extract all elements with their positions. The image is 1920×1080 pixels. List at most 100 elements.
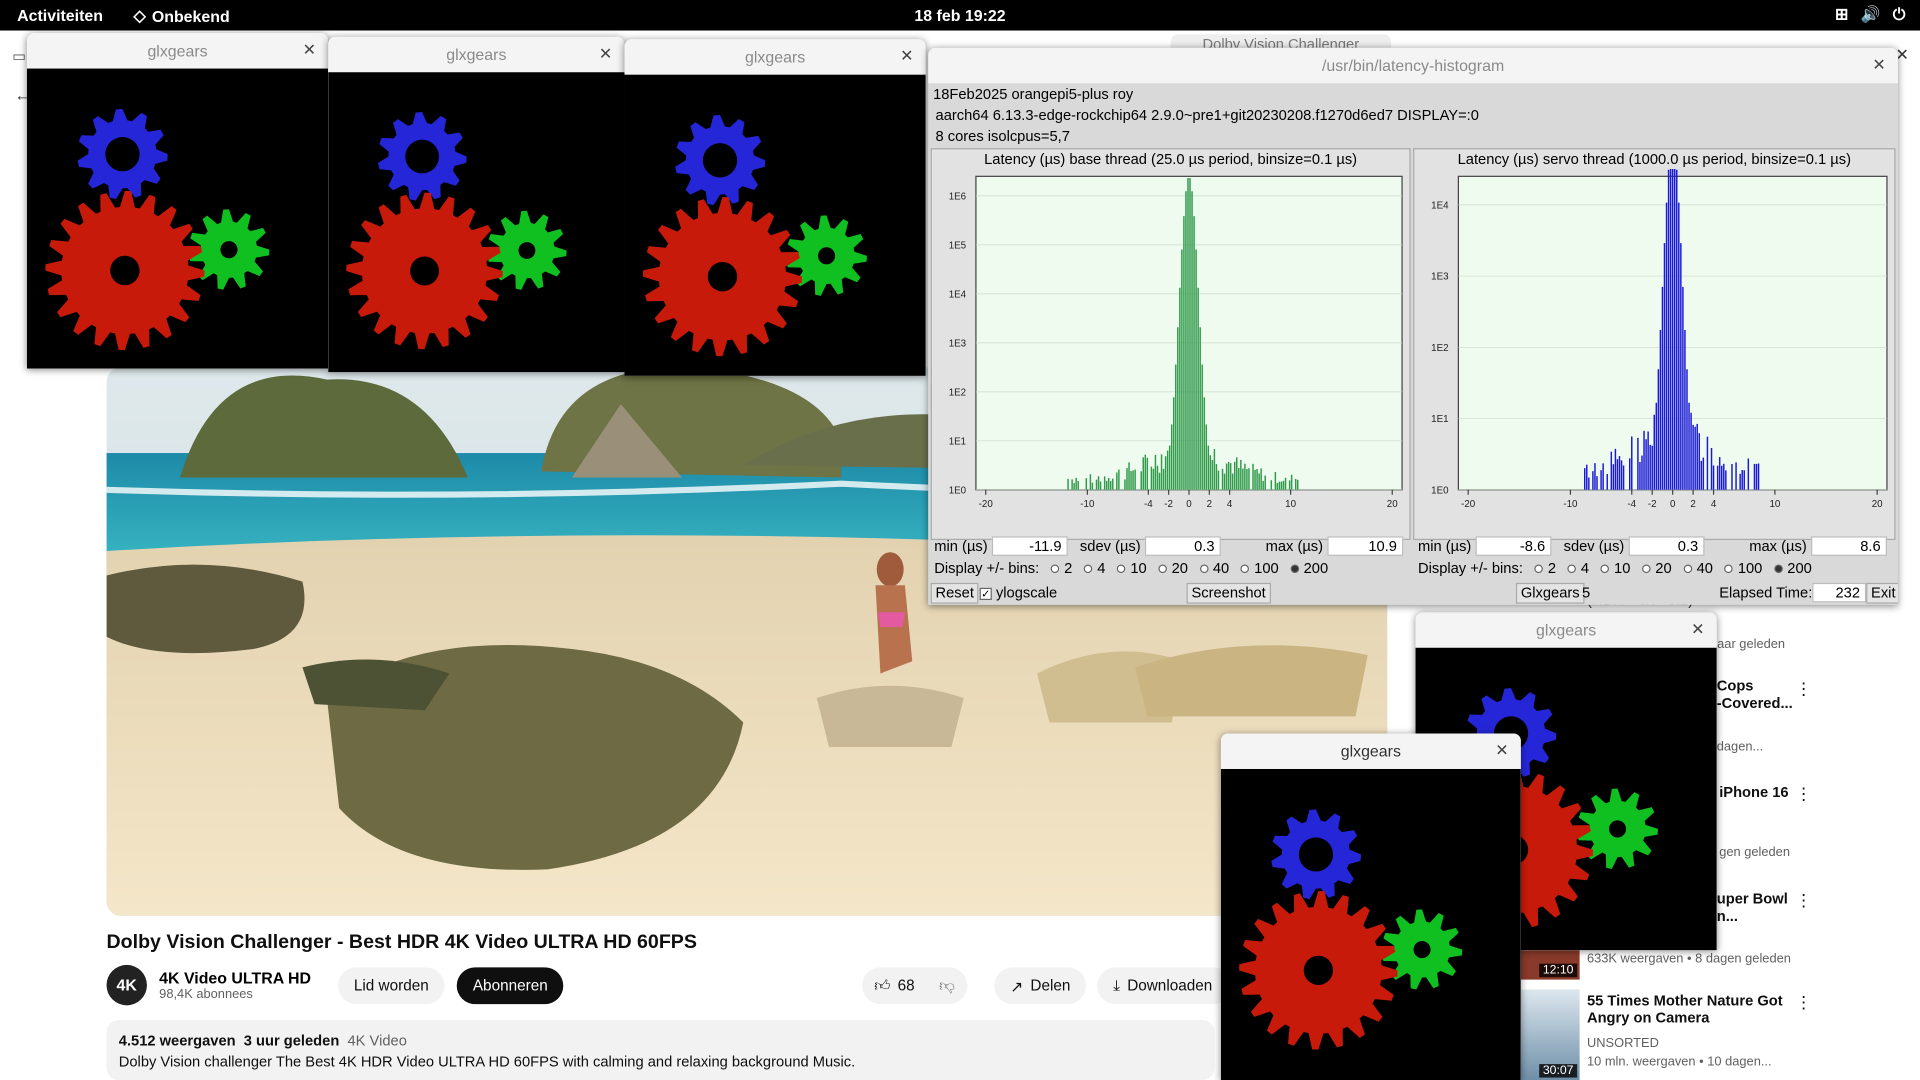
bin-radio[interactable]: 100 [1717, 560, 1762, 577]
volume-icon: 🔊 [1860, 4, 1881, 24]
window-titlebar[interactable]: /usr/bin/latency-histogram ✕ [928, 47, 1898, 84]
more-options-icon[interactable]: ⋮ [1795, 890, 1812, 911]
glxgears-window-3[interactable]: glxgears ✕ [624, 39, 926, 376]
x-tick-label: -4 [1144, 499, 1153, 510]
glxgears-window-5[interactable]: glxgears ✕ [1220, 733, 1521, 1080]
video-title: Dolby Vision Challenger - Best HDR 4K Vi… [106, 931, 697, 953]
bin-radio[interactable]: 20 [1151, 560, 1188, 577]
blue-gear [77, 108, 168, 199]
y-tick-label: 1E6 [949, 192, 967, 203]
exit-button[interactable]: Exit [1866, 582, 1898, 604]
channel-avatar[interactable]: 4K [106, 964, 147, 1006]
like-button[interactable]: 👍︎ 68 👎︎ [862, 967, 967, 1005]
window-titlebar[interactable]: glxgears ✕ [1220, 733, 1521, 769]
description-box[interactable]: 4.512 weergaven 3 uur geleden 4K Video D… [106, 1020, 1215, 1080]
bin-radio[interactable]: 20 [1634, 560, 1672, 577]
gears-graphic [642, 115, 867, 357]
servo-histogram-chart: 1E01E11E21E31E4-20 -10 -4 -2 0 2 4 10 20 [1431, 168, 1888, 510]
video-tag[interactable]: 4K Video [347, 1032, 406, 1049]
network-icon: ⊞ [1835, 4, 1849, 24]
sidebar-item[interactable]: Cops -Covered... [1717, 677, 1793, 711]
share-button[interactable]: ↗ Delen [994, 967, 1087, 1005]
y-tick-label: 1E4 [949, 290, 967, 301]
checkbox-icon: ✓ [979, 587, 992, 601]
sidebar-item[interactable]: iPhone 16 [1719, 784, 1788, 801]
base-stats: min (µs) -11.9 sdev (µs) 0.3 max (µs) 10… [934, 536, 1404, 556]
description-text: Dolby Vision challenger The Best 4K HDR … [118, 1053, 856, 1071]
bin-radio[interactable]: 4 [1076, 560, 1105, 577]
y-tick-label: 1E3 [1431, 272, 1449, 283]
sidebar-item[interactable]: 55 Times Mother Nature Got Angry on Camer… [1587, 992, 1783, 1026]
thumbs-down-icon[interactable]: 👎︎ [939, 977, 955, 995]
window-titlebar[interactable]: glxgears ✕ [26, 33, 329, 69]
glxgears-window-1[interactable]: glxgears ✕ [26, 33, 329, 369]
bin-radio[interactable]: 40 [1192, 560, 1229, 577]
red-gear [45, 190, 205, 351]
servo-thread-panel: Latency (µs) servo thread (1000.0 µs per… [1413, 148, 1896, 541]
join-button[interactable]: Lid worden [337, 966, 445, 1004]
bin-radio[interactable]: 10 [1110, 560, 1147, 577]
download-icon: ⤓ [1113, 976, 1120, 994]
window-titlebar[interactable]: glxgears ✕ [1415, 612, 1717, 648]
bin-radio[interactable]: 10 [1593, 560, 1630, 577]
glxgears-count: 5 [1582, 584, 1591, 602]
sidebar-item[interactable]: uper Bowl n... [1717, 890, 1788, 924]
blue-gear [378, 111, 467, 201]
download-button[interactable]: ⤓ Downloaden [1097, 967, 1232, 1005]
close-icon[interactable]: ✕ [599, 44, 612, 64]
reset-button[interactable]: Reset [930, 582, 979, 604]
gl-canvas [26, 68, 329, 369]
y-tick-label: 1E3 [949, 339, 967, 350]
power-icon: ⏻ [1892, 4, 1906, 24]
tabs-icon[interactable]: ▭ [12, 48, 26, 65]
ylogscale-checkbox[interactable]: ✓ ylogscale [979, 584, 1057, 601]
bin-radio[interactable]: 100 [1233, 560, 1279, 577]
base-min-field: -11.9 [991, 536, 1068, 556]
screenshot-button[interactable]: Screenshot [1186, 582, 1271, 604]
gl-canvas [624, 74, 926, 376]
close-icon[interactable]: ✕ [900, 47, 913, 67]
channel-name[interactable]: 4K Video ULTRA HD [159, 969, 311, 987]
y-tick-label: 1E1 [1431, 414, 1448, 425]
gl-canvas [1220, 768, 1521, 1080]
y-tick-label: 1E5 [949, 241, 967, 252]
sidebar-thumbnail[interactable]: 12:10 [1520, 945, 1580, 980]
more-options-icon[interactable]: ⋮ [1795, 784, 1812, 805]
channel-row: 4K 4K Video ULTRA HD 98,4K abonnees Lid … [106, 964, 564, 1006]
sidebar-meta: dagen... [1716, 739, 1764, 755]
system-tray[interactable]: ⊞ 🔊 ⏻ [1835, 5, 1905, 25]
y-tick-label: 1E0 [1431, 485, 1449, 496]
more-options-icon[interactable]: ⋮ [1795, 992, 1812, 1013]
more-options-icon[interactable]: ⋮ [1795, 678, 1812, 699]
servo-min-field: -8.6 [1475, 536, 1552, 556]
close-icon[interactable]: ✕ [1872, 55, 1885, 75]
x-tick-label: -10 [1563, 499, 1578, 510]
clock[interactable]: 18 feb 19:22 [0, 6, 1920, 24]
close-icon[interactable]: ✕ [303, 40, 316, 60]
y-tick-label: 1E0 [949, 485, 967, 496]
subscribe-button[interactable]: Abonneren [456, 966, 564, 1004]
window-titlebar[interactable]: glxgears ✕ [624, 39, 926, 75]
window-titlebar[interactable]: glxgears ✕ [328, 36, 625, 73]
red-gear [346, 192, 503, 350]
bin-radio[interactable]: 2 [1527, 560, 1556, 577]
blue-gear [675, 115, 766, 206]
sidebar-meta: jaar geleden [1714, 636, 1786, 652]
bin-radio[interactable]: 40 [1676, 560, 1713, 577]
bin-radio[interactable]: 200 [1766, 560, 1812, 577]
glxgears-window-2[interactable]: glxgears ✕ [328, 36, 625, 373]
bin-radio[interactable]: 4 [1560, 560, 1589, 577]
base-max-field: 10.9 [1327, 536, 1404, 556]
bin-radio[interactable]: 2 [1043, 560, 1072, 577]
plot-area [975, 175, 1403, 491]
close-icon[interactable]: ✕ [1495, 741, 1508, 761]
bin-radio[interactable]: 200 [1283, 560, 1328, 577]
base-thread-panel: Latency (µs) base thread (25.0 µs period… [930, 148, 1411, 541]
close-icon[interactable]: ✕ [1691, 620, 1704, 640]
subscriber-count: 98,4K abonnees [159, 986, 253, 1002]
view-count: 4.512 weergaven [118, 1032, 236, 1050]
glxgears-button[interactable]: Glxgears [1515, 582, 1585, 604]
latency-histogram-window[interactable]: /usr/bin/latency-histogram ✕ 18Feb2025 or… [928, 47, 1898, 605]
sidebar-meta: 10 mln. weergaven • 10 dagen... [1586, 1054, 1772, 1069]
sidebar-thumbnail[interactable]: 30:07 [1520, 989, 1580, 1080]
